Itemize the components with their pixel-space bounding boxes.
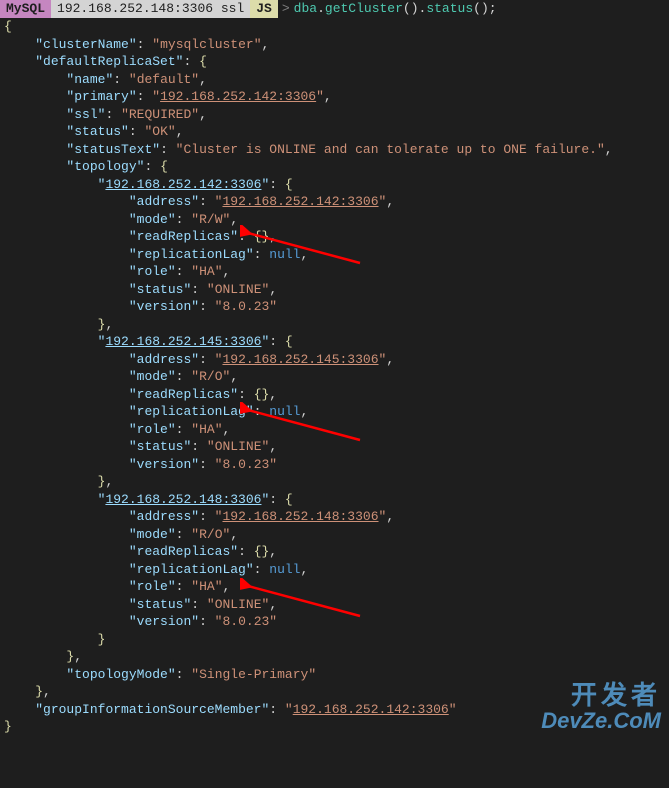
output-area: { "clusterName": "mysqlcluster", "defaul… [0, 18, 669, 744]
prompt-bar: MySQL 192.168.252.148:3306 ssl JS > dba.… [0, 0, 669, 18]
watermark: 开发者 DevZe.CoM [541, 681, 661, 734]
host-label: 192.168.252.148:3306 ssl [57, 1, 244, 16]
mysql-label: MySQL [6, 1, 45, 16]
host-badge: 192.168.252.148:3306 ssl [51, 0, 250, 18]
watermark-en: DevZe.CoM [541, 709, 661, 733]
mysql-badge: MySQL [0, 0, 51, 18]
js-badge: JS [250, 0, 278, 18]
js-label: JS [256, 1, 272, 16]
command-input[interactable]: dba.getCluster().status(); [294, 0, 497, 18]
prompt-arrow: > [278, 0, 294, 18]
watermark-cn: 开发者 [541, 681, 661, 710]
